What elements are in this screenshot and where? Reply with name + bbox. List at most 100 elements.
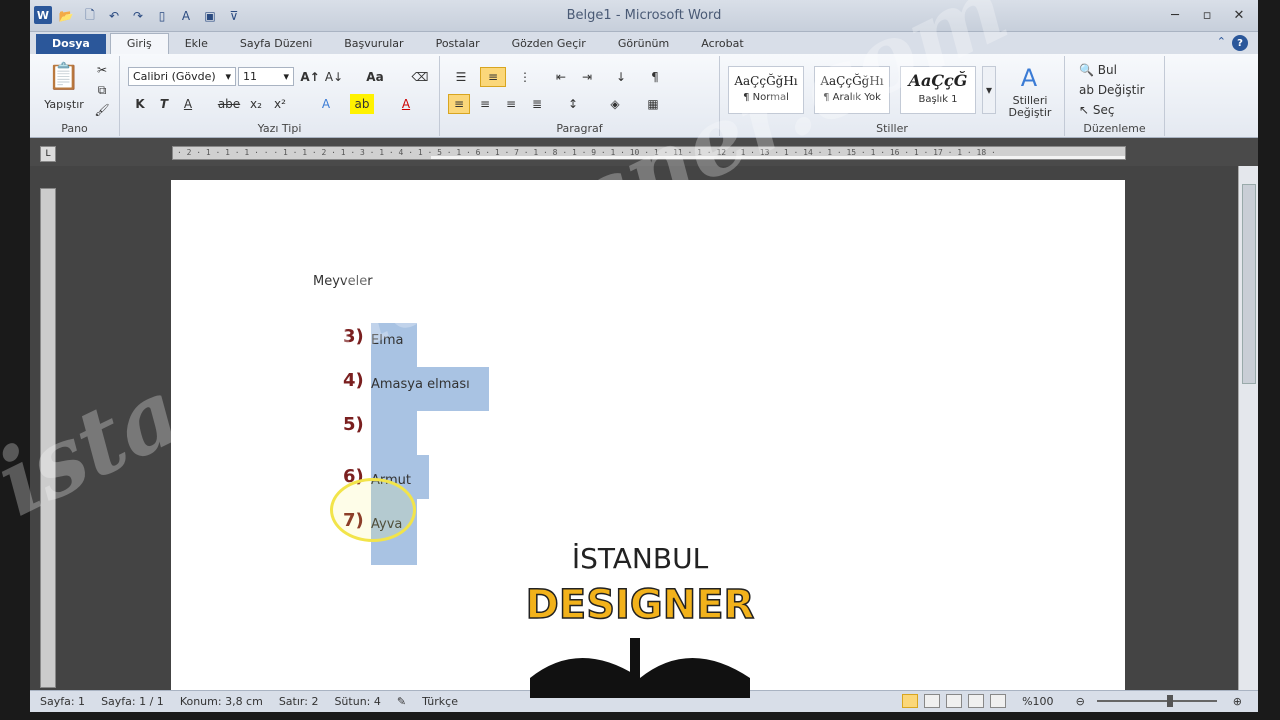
font-size-select[interactable]: 11 ▾ (238, 67, 294, 86)
status-pages[interactable]: Sayfa: 1 / 1 (101, 695, 164, 708)
cursor-highlight (330, 478, 416, 542)
increase-indent-icon[interactable]: ⇥ (576, 67, 598, 87)
find-button[interactable]: 🔍 Bul (1079, 60, 1159, 80)
format-painter-icon[interactable]: 🖌 (92, 100, 112, 120)
status-line[interactable]: Satır: 2 (279, 695, 319, 708)
find-label: Bul (1097, 63, 1117, 77)
change-styles-icon[interactable]: A (1004, 64, 1054, 92)
zoom-in-icon[interactable]: ⊕ (1233, 695, 1242, 708)
replace-button[interactable]: ab Değiştir (1079, 80, 1159, 100)
style-heading1-preview: AaÇçĞ (908, 71, 968, 90)
proofing-icon[interactable]: ✎ (397, 695, 406, 708)
zoom-slider[interactable] (1096, 695, 1217, 707)
status-language[interactable]: Türkçe (422, 695, 458, 708)
align-right-icon[interactable]: ≡ (500, 94, 522, 114)
zoom-out-icon[interactable]: ⊖ (1076, 695, 1085, 708)
numbering-icon[interactable]: ≡ (480, 67, 506, 87)
italic-button[interactable]: T (154, 94, 174, 114)
decrease-indent-icon[interactable]: ⇤ (550, 67, 572, 87)
chevron-down-icon: ▾ (283, 70, 289, 83)
multilevel-list-icon[interactable]: ⋮ (512, 67, 538, 87)
styles-scroll-icon[interactable]: ▾ (982, 66, 996, 114)
shrink-font-icon[interactable]: A↓ (324, 67, 344, 87)
ribbon-collapse-icon[interactable]: ⌃ (1217, 35, 1226, 51)
copy-icon[interactable]: ⧉ (92, 80, 112, 100)
clear-format-icon[interactable]: ⌫ (408, 67, 432, 87)
align-center-icon[interactable]: ≡ (474, 94, 496, 114)
tab-home[interactable]: Giriş (109, 33, 169, 54)
select-button[interactable]: ↖ Seç (1079, 100, 1159, 120)
tab-references[interactable]: Başvurular (328, 34, 419, 54)
tab-mailings[interactable]: Postalar (420, 34, 496, 54)
find-icon: 🔍 (1079, 63, 1094, 77)
style-normal[interactable]: AaÇçĞğHı ¶ Normal (728, 66, 804, 114)
tab-review[interactable]: Gözden Geçir (496, 34, 602, 54)
status-column[interactable]: Sütun: 4 (334, 695, 380, 708)
underline-button[interactable]: A (178, 94, 198, 114)
tab-acrobat[interactable]: Acrobat (685, 34, 759, 54)
font-family-value: Calibri (Gövde) (133, 70, 216, 83)
pilcrow-icon[interactable]: ¶ (644, 67, 666, 87)
list-item[interactable]: Elma (371, 333, 403, 348)
minimize-icon[interactable]: ─ (1162, 4, 1188, 26)
strikethrough-button[interactable]: abe (216, 94, 242, 114)
doc-heading[interactable]: Meyveler (313, 274, 373, 289)
justify-icon[interactable]: ≣ (526, 94, 548, 114)
grow-font-icon[interactable]: A↑ (300, 67, 320, 87)
help-icon[interactable]: ? (1232, 35, 1248, 51)
web-layout-icon[interactable] (946, 694, 963, 708)
change-case-button[interactable]: Aa (360, 67, 390, 87)
tab-view[interactable]: Görünüm (602, 34, 685, 54)
scroll-thumb[interactable] (1242, 184, 1256, 384)
sort-icon[interactable]: ↓ (610, 67, 632, 87)
align-left-icon[interactable]: ≡ (448, 94, 470, 114)
tab-file[interactable]: Dosya (36, 34, 106, 54)
draft-icon[interactable] (990, 694, 1007, 708)
line-spacing-icon[interactable]: ↕ (560, 94, 586, 114)
group-editing: 🔍 Bul ab Değiştir ↖ Seç Düzenleme (1065, 56, 1165, 136)
group-styles: AaÇçĞğHı ¶ Normal AaÇçĞğHı ¶ Aralık Yok Aa… (720, 56, 1065, 136)
status-position[interactable]: Konum: 3,8 cm (180, 695, 263, 708)
borders-icon[interactable]: ▦ (640, 94, 666, 114)
group-clipboard: 📋 Yapıştır ✂ ⧉ 🖌 Pano (30, 56, 120, 136)
maximize-icon[interactable]: ▫ (1194, 4, 1220, 26)
svg-text:İSTANBUL: İSTANBUL (572, 542, 709, 575)
shading-icon[interactable]: ◈ (602, 94, 628, 114)
style-no-spacing[interactable]: AaÇçĞğHı ¶ Aralık Yok (814, 66, 890, 114)
selection-highlight (371, 411, 417, 455)
style-heading1[interactable]: AaÇçĞ Başlık 1 (900, 66, 976, 114)
group-paragraph: ☰ ≡ ⋮ ⇤ ⇥ ↓ ¶ ≡ ≡ ≡ ≣ ↕ ◈ ▦ Paragraf (440, 56, 720, 136)
bullets-icon[interactable]: ☰ (448, 67, 474, 87)
font-size-value: 11 (243, 70, 257, 83)
outline-icon[interactable] (968, 694, 985, 708)
close-icon[interactable]: ✕ (1226, 4, 1252, 26)
font-family-select[interactable]: Calibri (Gövde) ▾ (128, 67, 236, 86)
ribbon-tabs: Dosya Giriş Ekle Sayfa Düzeni Başvurular… (30, 32, 1258, 54)
full-screen-icon[interactable] (924, 694, 941, 708)
subscript-button[interactable]: x₂ (246, 94, 266, 114)
tab-page-layout[interactable]: Sayfa Düzeni (224, 34, 328, 54)
zoom-level[interactable]: %100 (1022, 695, 1053, 708)
status-page[interactable]: Sayfa: 1 (40, 695, 85, 708)
tab-selector-icon[interactable]: L (40, 146, 56, 162)
tab-insert[interactable]: Ekle (169, 34, 224, 54)
highlight-icon[interactable]: ab (350, 94, 374, 114)
print-layout-icon[interactable] (902, 694, 919, 708)
select-icon: ↖ (1079, 103, 1090, 117)
text-effects-icon[interactable]: A (316, 94, 336, 114)
paste-icon[interactable]: 📋 (48, 60, 80, 94)
ruler-ticks: · 2 · 1 · 1 · 1 · · · 1 · 1 · 2 · 1 · 3 … (177, 148, 996, 157)
font-color-icon[interactable]: A (396, 94, 416, 114)
paste-button[interactable]: Yapıştır (34, 94, 94, 114)
style-normal-label: ¶ Normal (743, 92, 789, 103)
ruler-scale[interactable]: · 2 · 1 · 1 · 1 · · · 1 · 1 · 2 · 1 · 3 … (172, 146, 1126, 160)
group-paragraph-label: Paragraf (556, 122, 603, 135)
change-styles-button[interactable]: Stilleri Değiştir (998, 94, 1062, 120)
style-heading1-label: Başlık 1 (918, 94, 958, 105)
superscript-button[interactable]: x² (270, 94, 290, 114)
vertical-scrollbar[interactable] (1238, 166, 1258, 690)
bold-button[interactable]: K (130, 94, 150, 114)
replace-label: Değiştir (1097, 83, 1145, 97)
list-item[interactable]: Amasya elması (371, 377, 470, 392)
cut-icon[interactable]: ✂ (92, 60, 112, 80)
